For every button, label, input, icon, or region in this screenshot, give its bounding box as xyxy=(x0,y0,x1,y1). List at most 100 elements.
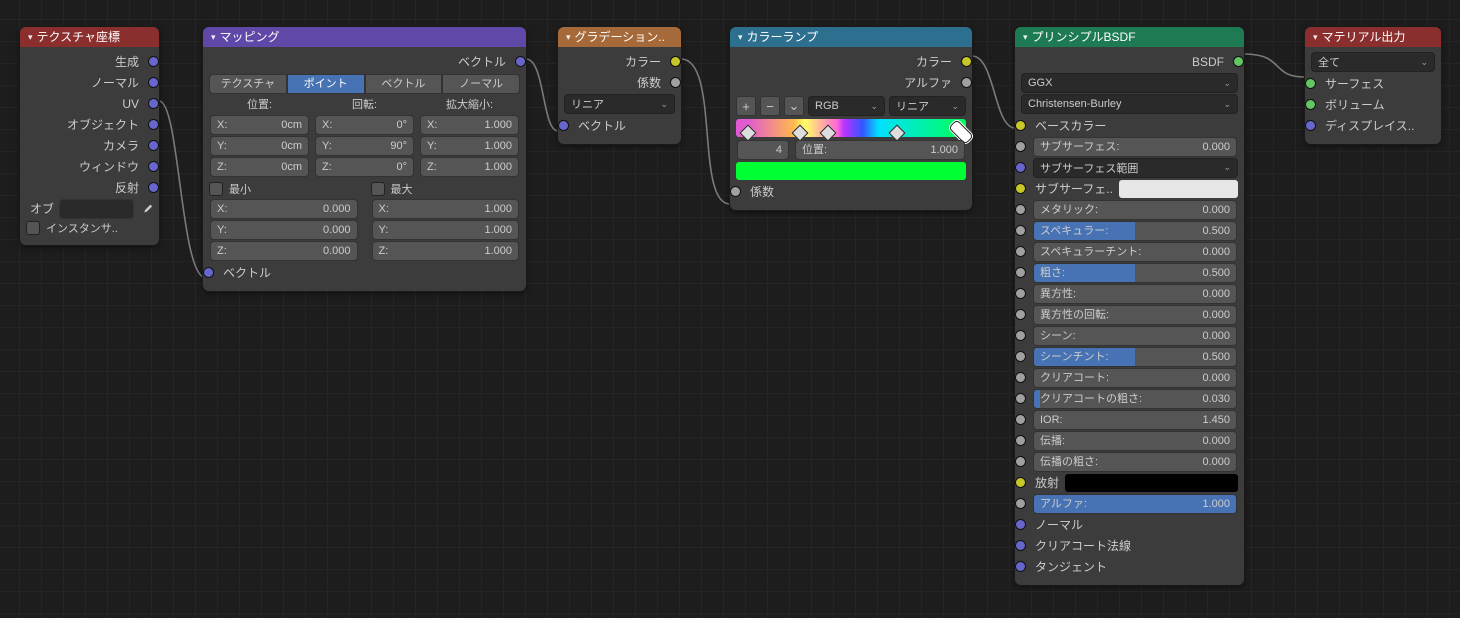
tab-texture[interactable]: テクスチャ xyxy=(209,74,287,94)
alpha-field[interactable]: アルファ:1.000 xyxy=(1033,494,1237,514)
emit-swatch[interactable] xyxy=(1065,474,1238,492)
sheent-field[interactable]: シーンチント:0.500 xyxy=(1033,347,1237,367)
rot-x[interactable]: X:0° xyxy=(315,115,414,135)
node-header[interactable]: ▾テクスチャ座標 xyxy=(20,27,159,47)
tab-point[interactable]: ポイント xyxy=(287,74,365,94)
loc-x[interactable]: X:0cm xyxy=(210,115,309,135)
node-principled-bsdf[interactable]: ▾プリンシプルBSDF BSDF GGX⌄ Christensen-Burley… xyxy=(1015,27,1244,585)
socket-in[interactable] xyxy=(1016,121,1025,130)
socket-in[interactable] xyxy=(559,121,568,130)
node-editor-canvas[interactable]: ▾テクスチャ座標 生成 ノーマル UV オブジェクト カメラ ウィンドウ 反射 … xyxy=(0,0,1460,618)
stop-color-swatch[interactable] xyxy=(736,162,966,180)
socket-in[interactable] xyxy=(1016,310,1025,319)
node-material-output[interactable]: ▾マテリアル出力 全て⌄ サーフェス ボリューム ディスプレイス.. xyxy=(1305,27,1441,144)
loc-z[interactable]: Z:0cm xyxy=(210,157,309,177)
scl-x[interactable]: X:1.000 xyxy=(420,115,519,135)
socket-in[interactable] xyxy=(1016,394,1025,403)
stop-position-field[interactable]: 位置:1.000 xyxy=(795,140,965,160)
node-header[interactable]: ▾プリンシプルBSDF xyxy=(1015,27,1244,47)
eyedropper-icon[interactable] xyxy=(139,202,153,216)
max-y[interactable]: Y:1.000 xyxy=(372,220,520,240)
socket-out[interactable] xyxy=(149,99,158,108)
collapse-tri-icon[interactable]: ▾ xyxy=(211,27,216,47)
socket-in[interactable] xyxy=(1306,121,1315,130)
node-header[interactable]: ▾マテリアル出力 xyxy=(1305,27,1441,47)
socket-out[interactable] xyxy=(149,183,158,192)
collapse-tri-icon[interactable]: ▾ xyxy=(1313,27,1318,47)
collapse-tri-icon[interactable]: ▾ xyxy=(566,27,571,47)
tab-normal[interactable]: ノーマル xyxy=(442,74,520,94)
stop-index-field[interactable]: 4 xyxy=(737,140,789,160)
node-header[interactable]: ▾マッピング xyxy=(203,27,526,47)
socket-out[interactable] xyxy=(962,57,971,66)
gradient-type-select[interactable]: リニア⌄ xyxy=(564,94,675,114)
aniso-field[interactable]: 異方性:0.000 xyxy=(1033,284,1237,304)
target-select[interactable]: 全て⌄ xyxy=(1311,52,1435,72)
spect-field[interactable]: スペキュラーチント:0.000 xyxy=(1033,242,1237,262)
sss-method-select[interactable]: Christensen-Burley⌄ xyxy=(1021,94,1238,114)
transr-field[interactable]: 伝播の粗さ:0.000 xyxy=(1033,452,1237,472)
loc-y[interactable]: Y:0cm xyxy=(210,136,309,156)
socket-in[interactable] xyxy=(1016,268,1025,277)
socket-in[interactable] xyxy=(1016,415,1025,424)
mapping-type-tabs[interactable]: テクスチャ ポイント ベクトル ノーマル xyxy=(209,74,520,94)
socket-in[interactable] xyxy=(1016,142,1025,151)
spec-field[interactable]: スペキュラー:0.500 xyxy=(1033,221,1237,241)
socket-out[interactable] xyxy=(149,141,158,150)
ramp-menu-button[interactable]: ⌄ xyxy=(784,96,804,116)
node-header[interactable]: ▾グラデーション.. xyxy=(558,27,681,47)
socket-out[interactable] xyxy=(149,78,158,87)
socket-in[interactable] xyxy=(1016,499,1025,508)
collapse-tri-icon[interactable]: ▾ xyxy=(1023,27,1028,47)
socket-out[interactable] xyxy=(516,57,525,66)
socket-in[interactable] xyxy=(1016,331,1025,340)
sssc-swatch[interactable] xyxy=(1119,180,1238,198)
socket-in[interactable] xyxy=(1016,541,1025,550)
socket-in[interactable] xyxy=(1016,247,1025,256)
scl-z[interactable]: Z:1.000 xyxy=(420,157,519,177)
max-x[interactable]: X:1.000 xyxy=(372,199,520,219)
object-field[interactable] xyxy=(59,199,134,219)
node-texture-coordinate[interactable]: ▾テクスチャ座標 生成 ノーマル UV オブジェクト カメラ ウィンドウ 反射 … xyxy=(20,27,159,245)
node-gradient-texture[interactable]: ▾グラデーション.. カラー 係数 リニア⌄ ベクトル xyxy=(558,27,681,144)
socket-out[interactable] xyxy=(962,78,971,87)
socket-in[interactable] xyxy=(1016,373,1025,382)
socket-in[interactable] xyxy=(1016,562,1025,571)
socket-in[interactable] xyxy=(1016,205,1025,214)
socket-in[interactable] xyxy=(1016,436,1025,445)
socket-in[interactable] xyxy=(1306,100,1315,109)
min-x[interactable]: X:0.000 xyxy=(210,199,358,219)
socket-in[interactable] xyxy=(1306,79,1315,88)
rot-z[interactable]: Z:0° xyxy=(315,157,414,177)
socket-in[interactable] xyxy=(1016,226,1025,235)
node-color-ramp[interactable]: ▾カラーランプ カラー アルファ + − ⌄ RGB⌄ リニア⌄ 4 位置:1.… xyxy=(730,27,972,210)
socket-in[interactable] xyxy=(204,268,213,277)
collapse-tri-icon[interactable]: ▾ xyxy=(738,27,743,47)
from-instancer-check[interactable]: インスタンサ.. xyxy=(26,219,153,237)
subsurf-field[interactable]: サブサーフェス:0.000 xyxy=(1033,137,1237,157)
node-mapping[interactable]: ▾マッピング ベクトル テクスチャ ポイント ベクトル ノーマル 位置: X:0… xyxy=(203,27,526,291)
add-stop-button[interactable]: + xyxy=(736,96,756,116)
ior-field[interactable]: IOR:1.450 xyxy=(1033,410,1237,430)
rot-y[interactable]: Y:90° xyxy=(315,136,414,156)
socket-in[interactable] xyxy=(1016,289,1025,298)
trans-field[interactable]: 伝播:0.000 xyxy=(1033,431,1237,451)
tab-vector[interactable]: ベクトル xyxy=(365,74,443,94)
min-z[interactable]: Z:0.000 xyxy=(210,241,358,261)
socket-out[interactable] xyxy=(1234,57,1243,66)
color-ramp-gradient[interactable] xyxy=(736,119,966,137)
remove-stop-button[interactable]: − xyxy=(760,96,780,116)
interpolation-select[interactable]: リニア⌄ xyxy=(889,96,966,116)
color-mode-select[interactable]: RGB⌄ xyxy=(808,96,885,116)
max-z[interactable]: Z:1.000 xyxy=(372,241,520,261)
min-y[interactable]: Y:0.000 xyxy=(210,220,358,240)
scl-y[interactable]: Y:1.000 xyxy=(420,136,519,156)
socket-out[interactable] xyxy=(149,120,158,129)
ccr-field[interactable]: クリアコートの粗さ:0.030 xyxy=(1033,389,1237,409)
socket-out[interactable] xyxy=(671,78,680,87)
socket-out[interactable] xyxy=(149,162,158,171)
collapse-tri-icon[interactable]: ▾ xyxy=(28,27,33,47)
socket-in[interactable] xyxy=(1016,520,1025,529)
rough-field[interactable]: 粗さ:0.500 xyxy=(1033,263,1237,283)
anisor-field[interactable]: 異方性の回転:0.000 xyxy=(1033,305,1237,325)
